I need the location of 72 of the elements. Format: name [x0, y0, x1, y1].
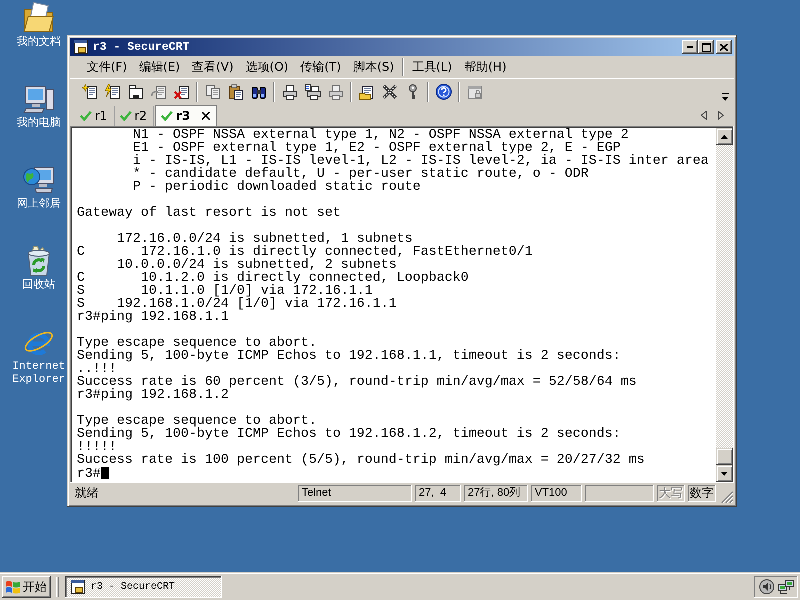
- down-arrow-icon: [721, 472, 728, 476]
- clipboard-icon[interactable]: [228, 84, 244, 100]
- terminal-line: P - periodic downloaded static route: [133, 180, 421, 195]
- close-icon: [720, 44, 728, 50]
- protocol-status: Telnet: [298, 485, 412, 502]
- tab[interactable]: r3: [155, 105, 218, 126]
- window-tab-icon[interactable]: [128, 84, 144, 100]
- triangle-right-icon[interactable]: [718, 110, 724, 120]
- terminal-line: r3#ping 192.168.1.2: [77, 388, 229, 403]
- speaker-icon[interactable]: [758, 579, 774, 595]
- taskbar-button[interactable]: r3 - SecureCRT: [65, 576, 222, 598]
- menu-item[interactable]: 脚本(S): [347, 58, 400, 76]
- terminal-line: ..!!!: [77, 362, 117, 377]
- page-folder-icon[interactable]: [358, 84, 374, 100]
- terminal-line: Sending 5, 100-byte ICMP Echos to 192.168.1.2, timeout is 2 seconds:: [77, 427, 621, 442]
- folder-icon[interactable]: [23, 2, 55, 34]
- page-lightning-icon[interactable]: [104, 84, 120, 100]
- chevron-down-icon[interactable]: [722, 93, 729, 101]
- printer-page-icon[interactable]: [304, 84, 320, 100]
- menu-item[interactable]: 查看(V): [186, 58, 240, 76]
- help-icon[interactable]: [436, 84, 452, 100]
- minimize-icon: [687, 46, 693, 48]
- size-grip-icon[interactable]: [721, 491, 733, 503]
- desktop-icon-label[interactable]: 回收站: [22, 280, 56, 293]
- printer-icon[interactable]: [282, 84, 298, 100]
- close-button[interactable]: [716, 40, 732, 54]
- scrollbar-thumb[interactable]: [716, 448, 733, 465]
- menu-item[interactable]: 编辑(E): [133, 58, 186, 76]
- globe-computer-icon[interactable]: [23, 164, 55, 196]
- up-arrow-icon: [721, 134, 728, 138]
- desktop-icon-label[interactable]: 网上邻居: [17, 199, 61, 212]
- terminal-window-icon[interactable]: [73, 39, 89, 55]
- status-panel: [585, 485, 654, 502]
- maximize-button[interactable]: [698, 40, 714, 54]
- key-indicator: 数字: [688, 485, 716, 502]
- tab[interactable]: r2: [114, 106, 154, 126]
- menu-item[interactable]: 文件(F): [81, 58, 134, 76]
- status-message: 就绪: [75, 485, 100, 502]
- window-title: r3 - SecureCRT: [93, 40, 190, 54]
- terminal-line: Sending 5, 100-byte ICMP Echos to 192.168.1.1, timeout is 2 seconds:: [77, 349, 621, 364]
- scroll-down-button[interactable]: [716, 465, 733, 482]
- desktop-icon-label[interactable]: 我的电脑: [17, 118, 61, 131]
- page-cross-icon[interactable]: [174, 84, 190, 100]
- page-sparkle-icon[interactable]: [82, 84, 98, 100]
- network-computers-icon[interactable]: [778, 579, 794, 595]
- terminal-screen[interactable]: [72, 128, 716, 482]
- minimize-button[interactable]: [682, 40, 698, 54]
- flag-icon: [5, 580, 21, 594]
- menu-item[interactable]: 工具(L): [406, 58, 458, 76]
- start-button[interactable]: 开始: [2, 576, 51, 598]
- cursor-position-status: 27, 4: [415, 485, 461, 502]
- terminal-line: r3#: [77, 467, 101, 482]
- close-icon[interactable]: [202, 112, 210, 120]
- menu-item[interactable]: 传输(T): [294, 58, 348, 76]
- terminal-line: r3#ping 192.168.1.1: [77, 310, 229, 325]
- screen-size-status: 27行, 80列: [464, 485, 528, 502]
- menu-item[interactable]: 帮助(H): [458, 58, 513, 76]
- tab[interactable]: r1: [75, 106, 115, 126]
- terminal-line: Gateway of last resort is not set: [77, 206, 341, 221]
- desktop-icon-label[interactable]: 我的文档: [17, 37, 61, 50]
- menu-item[interactable]: 选项(O): [240, 58, 295, 76]
- terminal-window-icon: [70, 579, 86, 595]
- terminal-line: !!!!!: [77, 440, 117, 455]
- desktop-icon-label[interactable]: Internet Explorer: [10, 361, 68, 387]
- terminal-line: Success rate is 100 percent (5/5), round-trip min/avg/max = 20/27/32 ms: [77, 453, 645, 468]
- emulation-status: VT100: [531, 485, 582, 502]
- scroll-up-button[interactable]: [716, 128, 733, 145]
- crossed-bars-icon[interactable]: [382, 84, 398, 100]
- computer-icon[interactable]: [23, 83, 55, 115]
- key-indicator: 大写: [657, 485, 685, 502]
- maximize-icon: [702, 42, 710, 52]
- triangle-left-icon[interactable]: [701, 110, 707, 120]
